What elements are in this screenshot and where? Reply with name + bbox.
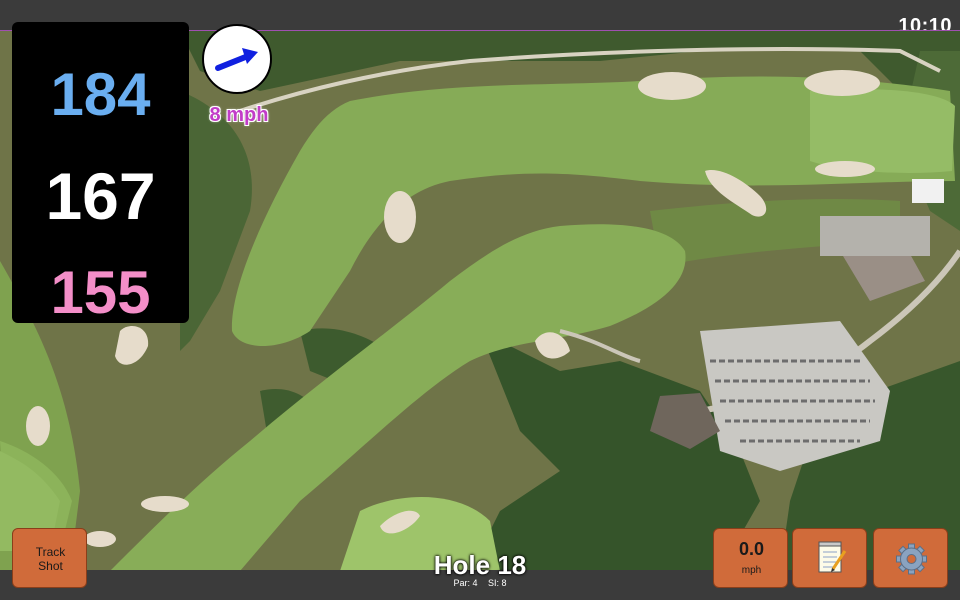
wind-direction-arrow-icon bbox=[215, 48, 258, 71]
track-shot-label: Track Shot bbox=[35, 545, 66, 573]
hole-par: Par: 4 bbox=[453, 578, 478, 588]
wind-indicator bbox=[202, 24, 272, 94]
speed-unit: mph bbox=[741, 565, 762, 576]
wind-speed-label: 8 mph bbox=[209, 104, 269, 126]
back-yardage: 184 bbox=[50, 61, 151, 128]
hole-info: Par: 4 SI: 8 bbox=[380, 578, 580, 588]
hole-title: Hole 18 bbox=[433, 550, 527, 580]
notepad-icon bbox=[818, 541, 847, 573]
center-yardage: 167 bbox=[45, 159, 156, 233]
hole-stroke-index: SI: 8 bbox=[488, 578, 507, 588]
yardage-panel: 184 167 155 bbox=[12, 22, 189, 326]
notes-button[interactable] bbox=[792, 528, 867, 588]
front-yardage: 155 bbox=[50, 259, 151, 326]
track-shot-button[interactable]: Track Shot bbox=[12, 528, 87, 588]
speed-button[interactable]: 0.0 mph bbox=[713, 528, 788, 588]
speed-value: 0.0 bbox=[738, 539, 765, 559]
gear-icon bbox=[896, 543, 927, 575]
settings-button[interactable] bbox=[873, 528, 948, 588]
